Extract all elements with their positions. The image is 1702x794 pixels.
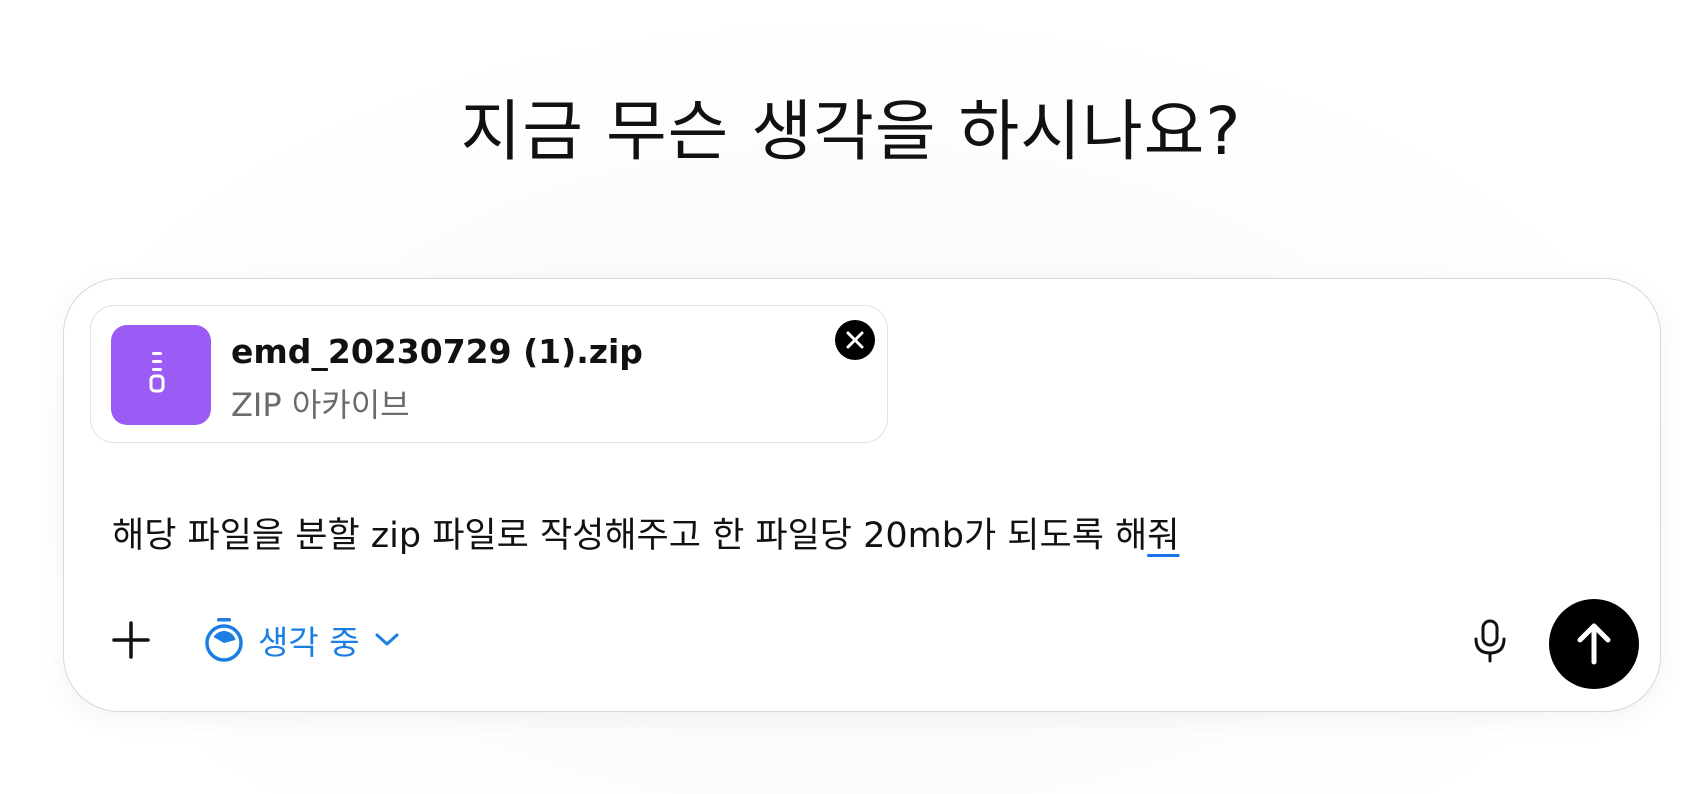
voice-input-button[interactable] (1468, 618, 1512, 664)
zip-file-icon (111, 325, 211, 425)
remove-attachment-button[interactable] (835, 320, 875, 360)
arrow-up-icon (1577, 623, 1611, 665)
attachment-file-name: emd_20230729 (1).zip (231, 332, 643, 371)
microphone-icon (1474, 619, 1506, 663)
prompt-input[interactable]: 해당 파일을 분할 zip 파일로 작성해주고 한 파일당 20mb가 되도록 … (112, 507, 1179, 558)
prompt-text: 해당 파일을 분할 zip 파일로 작성해주고 한 파일당 20mb가 되도록 … (112, 516, 1148, 556)
send-button[interactable] (1549, 599, 1639, 689)
prompt-text-underlined: 줘 (1147, 516, 1180, 556)
attachment-card: emd_20230729 (1).zip ZIP 아카이브 (90, 305, 888, 443)
thinking-mode-label: 생각 중 (258, 623, 360, 662)
chevron-down-icon (375, 633, 399, 646)
message-composer: emd_20230729 (1).zip ZIP 아카이브 해당 파일을 분할 … (63, 278, 1661, 712)
close-icon (846, 331, 864, 349)
page-title: 지금 무슨 생각을 하시나요? (460, 93, 1242, 170)
add-attachment-button[interactable] (110, 619, 152, 661)
chat-start-screen: 지금 무슨 생각을 하시나요? emd_20230729 (1).zip ZIP… (0, 0, 1702, 794)
thinking-mode-button[interactable]: 생각 중 (202, 615, 400, 665)
timer-icon (205, 618, 243, 662)
attachment-file-type: ZIP 아카이브 (231, 386, 410, 424)
plus-icon (112, 621, 150, 659)
